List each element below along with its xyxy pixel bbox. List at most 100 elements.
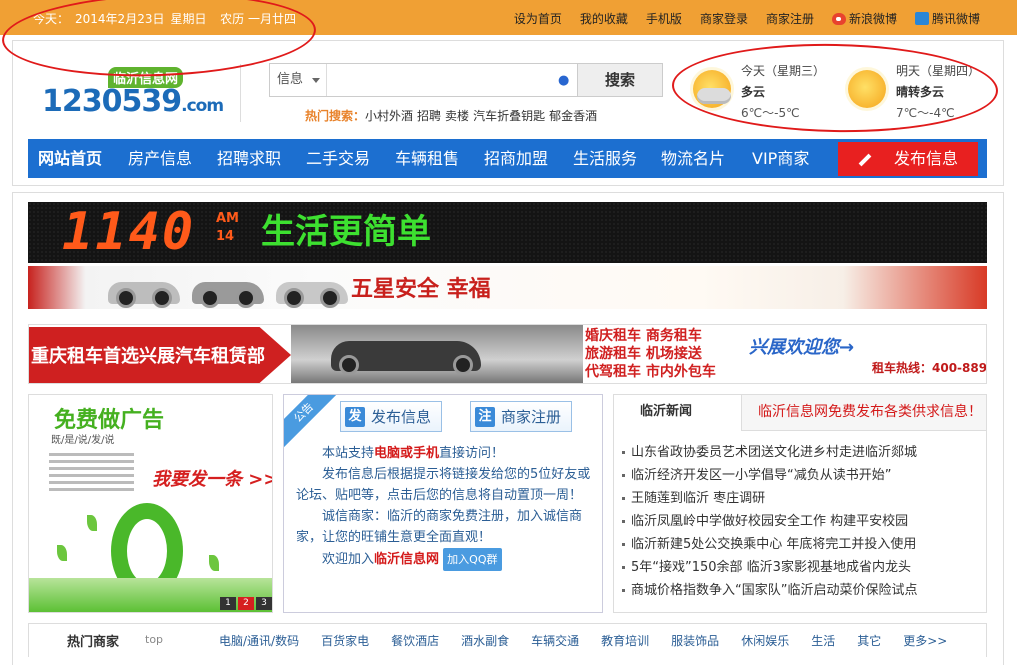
pencil-icon: [858, 153, 872, 166]
hot-search-label: 热门搜索：: [305, 109, 366, 123]
ad-subline: 既/是/说/发/说: [51, 435, 115, 446]
hot-keyword[interactable]: 汽车折叠钥匙: [473, 109, 545, 123]
tencent-weibo-icon: [914, 12, 929, 25]
merchant-register-link[interactable]: 商家注册: [757, 10, 823, 27]
news-item[interactable]: 山东省政协委员艺术团送文化进乡村走进临沂郯城: [622, 441, 917, 464]
nav-vehicles[interactable]: 车辆租售: [395, 139, 459, 178]
merchant-category-link[interactable]: 百货家电: [321, 632, 369, 649]
nav-real-estate[interactable]: 房产信息: [128, 139, 192, 178]
hot-search: 热门搜索：小村外酒 招聘 卖楼 汽车折叠钥匙 郁金香酒: [305, 107, 601, 124]
rental-service-line: 婚庆租车 商务租车: [585, 328, 702, 344]
clock-banner[interactable]: 1140 AM 14 生活更简单: [28, 202, 987, 263]
notice-paragraph: 欢迎加入临沂信息网 加入QQ群: [296, 548, 596, 571]
hot-keyword[interactable]: 卖楼: [445, 109, 469, 123]
news-item[interactable]: 临沂凤凰岭中学做好校园安全工作 构建平安校园: [622, 510, 917, 533]
news-promo[interactable]: 临沂信息网免费发布各类供求信息！: [758, 395, 982, 431]
notice-text: 欢迎加入: [322, 552, 375, 567]
tab-linyi-news[interactable]: 临沂新闻: [614, 395, 742, 431]
search-button[interactable]: 搜索: [577, 63, 663, 97]
car-ad-banner[interactable]: 五星安全 幸福: [28, 266, 987, 309]
rental-title-block: 重庆租车首选兴展汽车租赁部: [29, 327, 291, 383]
merchant-category-link[interactable]: 服装饰品: [671, 632, 719, 649]
notice-paragraph: 本站支持电脑或手机直接访问！: [296, 443, 596, 464]
join-qq-group-button[interactable]: 加入QQ群: [443, 548, 502, 571]
mobile-link[interactable]: 手机版: [637, 10, 691, 27]
publish-info-label: 发布信息: [371, 408, 432, 426]
ad-headline: 免费做广告: [54, 408, 165, 433]
merchant-register-button[interactable]: 注商家注册: [470, 401, 573, 432]
notice-body: 本站支持电脑或手机直接访问！ 发布信息后根据提示将链接发给您的5位好友或论坛、贴…: [296, 443, 596, 571]
rental-banner[interactable]: 重庆租车首选兴展汽车租赁部 婚庆租车 商务租车 旅游租车 机场接送 代驾租车 市…: [28, 324, 987, 384]
ad-pager: 1 2 3: [218, 597, 272, 610]
nav-home[interactable]: 网站首页: [38, 139, 102, 178]
merchant-categories: 电脑/通讯/数码 百货家电 餐饮酒店 酒水副食 车辆交通 教育培训 服装饰品 休…: [219, 632, 947, 649]
hot-keyword[interactable]: 小村外酒: [365, 109, 413, 123]
logo-suffix: .com: [181, 96, 224, 116]
notice-box: 公告 发发布信息 注商家注册 本站支持电脑或手机直接访问！ 发布信息后根据提示将…: [283, 394, 603, 613]
pager-3[interactable]: 3: [256, 597, 272, 610]
hot-keyword[interactable]: 招聘: [417, 109, 441, 123]
publish-label: 发布信息: [893, 149, 958, 168]
hot-keyword[interactable]: 郁金香酒: [549, 109, 597, 123]
nav-vip[interactable]: VIP商家: [752, 139, 809, 178]
news-item[interactable]: 5年“接戏”150余部 临沂3家影视基地成省内龙头: [622, 556, 917, 579]
notice-highlight: 临沂信息网: [374, 552, 440, 567]
news-item[interactable]: 临沂经济开发区一小学倡导“减负从读书开始”: [622, 464, 917, 487]
ad-call-to-action[interactable]: 我要发一条 >>: [152, 465, 272, 491]
merchant-category-link[interactable]: 餐饮酒店: [391, 632, 439, 649]
merchant-category-link[interactable]: 电脑/通讯/数码: [219, 632, 299, 649]
logo-divider: [240, 64, 241, 122]
nav-second-hand[interactable]: 二手交易: [306, 139, 370, 178]
news-item[interactable]: 王随莲到临沂 枣庄调研: [622, 487, 917, 510]
news-box: 临沂新闻 临沂信息网免费发布各类供求信息！ 山东省政协委员艺术团送文化进乡村走进…: [613, 394, 987, 613]
car-image: [108, 282, 180, 308]
news-tabs: 临沂新闻 临沂信息网免费发布各类供求信息！: [614, 395, 986, 431]
search-input[interactable]: [328, 64, 560, 96]
logo-text: 1230539.com: [42, 84, 224, 119]
merchant-login-link[interactable]: 商家登录: [691, 10, 757, 27]
pager-1[interactable]: 1: [220, 597, 236, 610]
nav-life-services[interactable]: 生活服务: [573, 139, 637, 178]
rental-service-line: 代驾租车 市内外包车: [585, 364, 716, 380]
merchant-register-label: 商家注册: [501, 408, 562, 426]
hot-merchants-bar: 热门商家 top 电脑/通讯/数码 百货家电 餐饮酒店 酒水副食 车辆交通 教育…: [28, 623, 987, 657]
merchant-category-link[interactable]: 车辆交通: [531, 632, 579, 649]
nav-franchise[interactable]: 招商加盟: [484, 139, 548, 178]
notice-text: 直接访问！: [439, 446, 505, 461]
tencent-weibo-link[interactable]: 腾讯微博: [906, 10, 989, 27]
news-item[interactable]: 临沂新建5处公交换乘中心 年底将完工并投入使用: [622, 533, 917, 556]
sina-weibo-label: 新浪微博: [848, 12, 897, 26]
leaf-icon: [87, 515, 97, 531]
publish-button[interactable]: 发布信息: [838, 142, 978, 176]
merchant-category-link[interactable]: 教育培训: [601, 632, 649, 649]
merchant-category-link[interactable]: 生活: [811, 632, 835, 649]
nav-logistics[interactable]: 物流名片: [661, 139, 725, 178]
pager-2[interactable]: 2: [238, 597, 254, 610]
banner-slogan: 生活更简单: [261, 212, 431, 252]
favorites-link[interactable]: 我的收藏: [571, 10, 637, 27]
sina-weibo-link[interactable]: 新浪微博: [823, 10, 906, 27]
banner-clock-suffix: AM 14: [216, 210, 239, 246]
free-ad-box[interactable]: 免费做广告 既/是/说/发/说 我要发一条 >> 1 2 3: [28, 394, 273, 613]
leaf-icon: [57, 545, 67, 561]
baidu-paw-icon[interactable]: ●: [558, 73, 569, 88]
news-item[interactable]: 商城价格指数争入“国家队”临沂启动菜价保险试点: [622, 579, 917, 602]
rental-car-photo: [291, 325, 583, 383]
news-list: 山东省政协委员艺术团送文化进乡村走进临沂郯城 临沂经济开发区一小学倡导“减负从读…: [622, 441, 917, 602]
nav-jobs[interactable]: 招聘求职: [217, 139, 281, 178]
car-image: [276, 282, 348, 308]
set-homepage-link[interactable]: 设为首页: [505, 10, 571, 27]
rental-service-line: 旅游租车 机场接送: [585, 346, 702, 362]
merchant-category-link[interactable]: 其它: [857, 632, 881, 649]
rental-title: 重庆租车首选兴展汽车租赁部: [31, 346, 265, 367]
main-nav: 网站首页 房产信息 招聘求职 二手交易 车辆租售 招商加盟 生活服务 物流名片 …: [28, 139, 987, 178]
notice-paragraph: 发布信息后根据提示将链接发给您的5位好友或论坛、贴吧等，点击后您的信息将自动置顶…: [296, 467, 591, 503]
merchant-category-link[interactable]: 休闲娱乐: [741, 632, 789, 649]
search-category-select[interactable]: 信息: [270, 64, 327, 96]
merchant-category-link[interactable]: 酒水副食: [461, 632, 509, 649]
rental-welcome: 兴展欢迎您→: [749, 337, 855, 358]
publish-info-button[interactable]: 发发布信息: [340, 401, 443, 432]
clock-ampm: AM: [216, 211, 239, 226]
merchant-more-link[interactable]: 更多>>: [903, 632, 947, 649]
search-box: 信息 ● 搜索: [269, 63, 663, 97]
